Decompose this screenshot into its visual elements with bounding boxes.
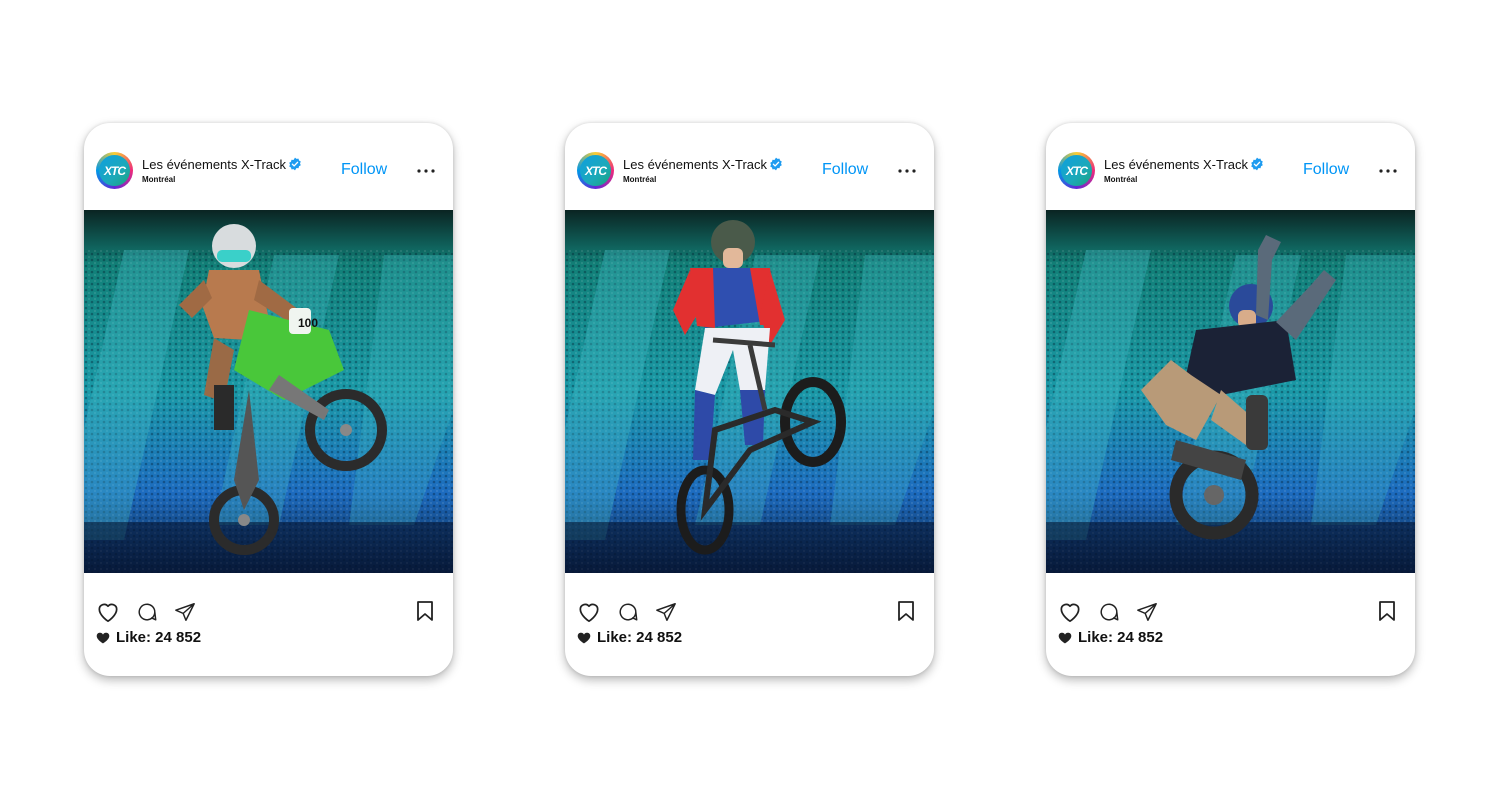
bookmark-icon[interactable] xyxy=(896,600,916,622)
account-name[interactable]: Les événements X-Track xyxy=(1104,157,1248,172)
likes-count[interactable]: Like: 24 852 xyxy=(96,629,201,646)
verified-badge-icon xyxy=(1251,157,1263,171)
avatar-logo: XTC xyxy=(1061,155,1092,186)
account-name[interactable]: Les événements X-Track xyxy=(142,157,286,172)
bike-number-plate: 100 xyxy=(298,316,318,330)
verified-badge-icon xyxy=(770,157,782,171)
avatar-logo: XTC xyxy=(580,155,611,186)
likes-text: Like: 24 852 xyxy=(116,629,202,646)
paper-plane-icon[interactable] xyxy=(1136,601,1158,623)
comment-bubble-icon[interactable] xyxy=(136,601,158,623)
account-avatar[interactable]: XTC xyxy=(1058,152,1095,189)
account-avatar[interactable]: XTC xyxy=(577,152,614,189)
heart-filled-icon xyxy=(1058,632,1072,643)
post-location[interactable]: Montréal xyxy=(1104,175,1137,184)
follow-button[interactable]: Follow xyxy=(341,161,387,179)
instagram-post-card: XTC Les événements X-Track Montréal Foll… xyxy=(84,123,453,676)
bmx-rider-photo xyxy=(565,210,934,573)
mockup-stage: XTC Les événements X-Track Montréal Foll… xyxy=(0,0,1500,800)
paper-plane-icon[interactable] xyxy=(655,601,677,623)
more-dots-icon[interactable] xyxy=(1379,169,1397,173)
heart-filled-icon xyxy=(96,632,110,643)
post-actions: Like: 24 852 xyxy=(1046,573,1415,676)
comment-bubble-icon[interactable] xyxy=(617,601,639,623)
post-actions: Like: 24 852 xyxy=(565,573,934,676)
comment-bubble-icon[interactable] xyxy=(1098,601,1120,623)
heart-outline-icon[interactable] xyxy=(95,599,121,625)
heart-filled-icon xyxy=(577,632,591,643)
verified-badge-icon xyxy=(289,157,301,171)
bookmark-icon[interactable] xyxy=(1377,600,1397,622)
post-location[interactable]: Montréal xyxy=(623,175,656,184)
likes-text: Like: 24 852 xyxy=(597,629,683,646)
avatar-logo: XTC xyxy=(99,155,130,186)
follow-button[interactable]: Follow xyxy=(822,161,868,179)
post-header: XTC Les événements X-Track Montréal Foll… xyxy=(84,123,453,210)
post-header: XTC Les événements X-Track Montréal Foll… xyxy=(565,123,934,210)
bookmark-icon[interactable] xyxy=(415,600,435,622)
likes-count[interactable]: Like: 24 852 xyxy=(577,629,682,646)
likes-count[interactable]: Like: 24 852 xyxy=(1058,629,1163,646)
heart-outline-icon[interactable] xyxy=(1057,599,1083,625)
paper-plane-icon[interactable] xyxy=(174,601,196,623)
more-dots-icon[interactable] xyxy=(417,169,435,173)
motocross-rider-photo: 100 xyxy=(84,210,453,573)
more-dots-icon[interactable] xyxy=(898,169,916,173)
instagram-post-card: XTC Les événements X-Track Montréal Foll… xyxy=(1046,123,1415,676)
likes-text: Like: 24 852 xyxy=(1078,629,1164,646)
unicycle-rider-photo xyxy=(1046,210,1415,573)
account-name[interactable]: Les événements X-Track xyxy=(623,157,767,172)
heart-outline-icon[interactable] xyxy=(576,599,602,625)
account-avatar[interactable]: XTC xyxy=(96,152,133,189)
instagram-post-card: XTC Les événements X-Track Montréal Foll… xyxy=(565,123,934,676)
post-photo[interactable] xyxy=(565,210,934,573)
post-photo[interactable] xyxy=(1046,210,1415,573)
post-photo[interactable]: 100 xyxy=(84,210,453,573)
post-header: XTC Les événements X-Track Montréal Foll… xyxy=(1046,123,1415,210)
post-actions: Like: 24 852 xyxy=(84,573,453,676)
follow-button[interactable]: Follow xyxy=(1303,161,1349,179)
post-location[interactable]: Montréal xyxy=(142,175,175,184)
